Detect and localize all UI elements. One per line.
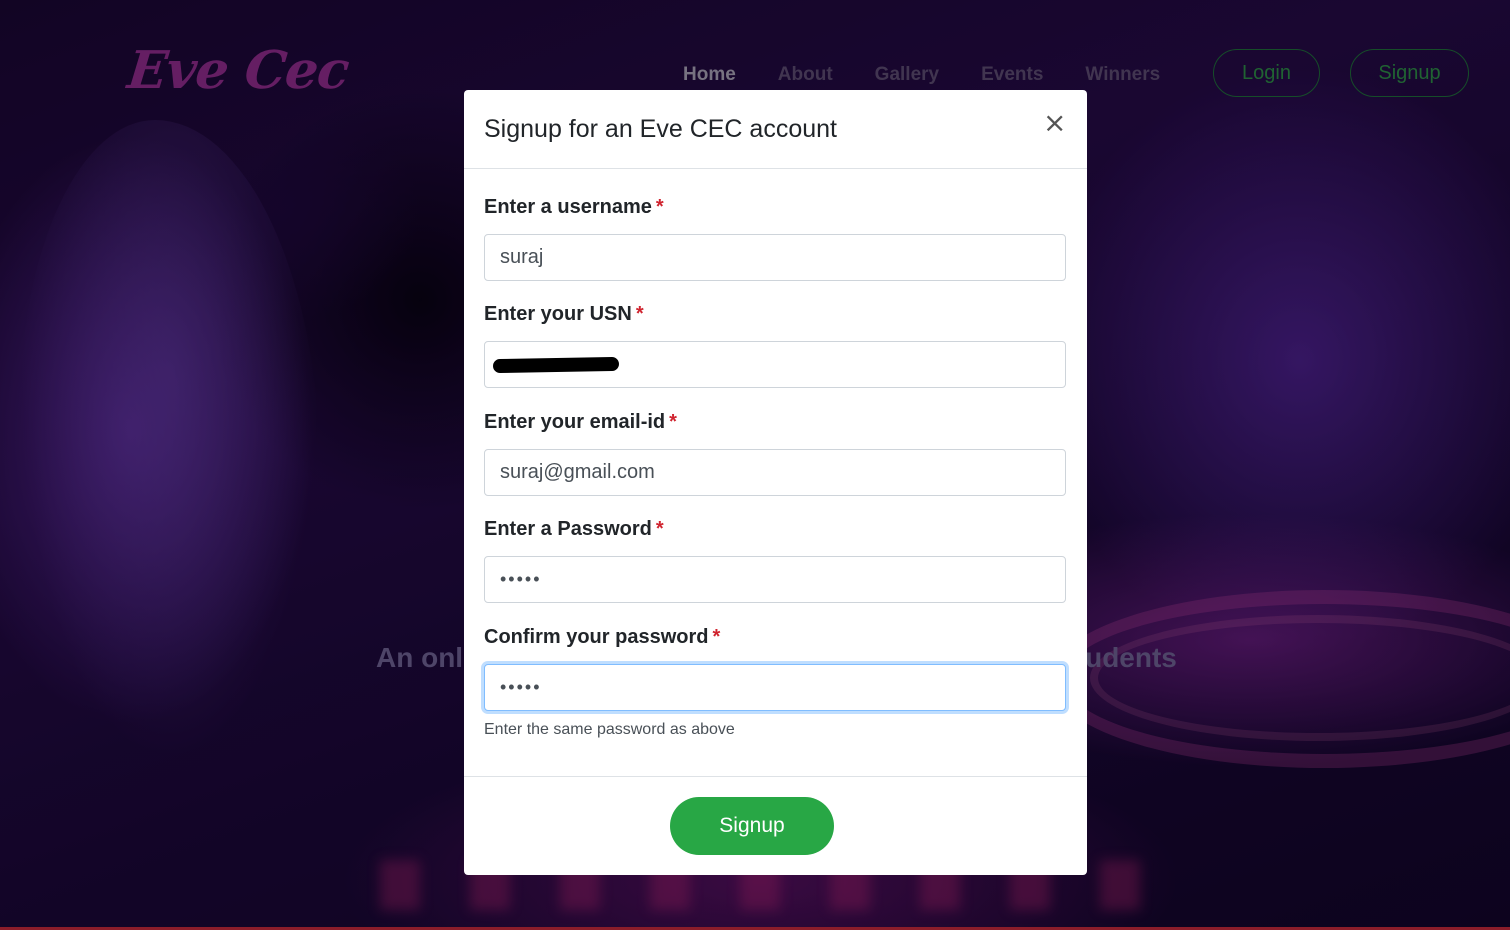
usn-field-group: Enter your USN *	[484, 303, 1066, 388]
email-label: Enter your email-id *	[484, 411, 1066, 435]
usn-label-text: Enter your USN	[484, 303, 632, 325]
required-marker: *	[655, 518, 664, 540]
confirm-password-value: •••••	[500, 677, 542, 697]
signup-submit-button[interactable]: Signup	[670, 797, 834, 855]
password-value: •••••	[500, 569, 542, 589]
required-marker: *	[669, 411, 677, 433]
password-label: Enter a Password *	[484, 518, 1066, 542]
confirm-password-field-group: Confirm your password * ••••• Enter the s…	[484, 626, 1066, 739]
username-value: suraj	[500, 246, 544, 268]
required-marker: *	[712, 626, 721, 648]
redacted-value	[492, 356, 620, 373]
username-label-text: Enter a username	[484, 196, 652, 218]
required-marker: *	[635, 303, 644, 325]
modal-footer: Signup	[464, 776, 1087, 876]
confirm-password-label-text: Confirm your password	[484, 626, 709, 648]
usn-label: Enter your USN *	[484, 303, 1066, 327]
confirm-password-label: Confirm your password *	[484, 626, 1066, 650]
email-value: suraj@gmail.com	[500, 461, 655, 483]
username-field-group: Enter a username * suraj	[484, 196, 1066, 281]
username-label: Enter a username *	[484, 196, 1066, 220]
confirm-password-help: Enter the same password as above	[484, 721, 735, 738]
modal-title: Signup for an Eve CEC account	[484, 115, 837, 143]
usn-input[interactable]	[484, 341, 1066, 388]
email-label-text: Enter your email-id	[484, 411, 666, 433]
required-marker: *	[655, 196, 664, 218]
email-input[interactable]: suraj@gmail.com	[484, 449, 1066, 496]
password-label-text: Enter a Password	[484, 518, 652, 540]
signup-modal: Signup for an Eve CEC account × Enter a …	[464, 90, 1087, 875]
close-icon[interactable]: ×	[1043, 109, 1066, 137]
username-input[interactable]: suraj	[484, 234, 1066, 281]
page-background: Eve Cec Home About Gallery Events Winner…	[0, 0, 1510, 930]
confirm-password-input[interactable]: •••••	[484, 664, 1066, 711]
password-input[interactable]: •••••	[484, 556, 1066, 603]
email-field-group: Enter your email-id * suraj@gmail.com	[484, 411, 1066, 496]
password-field-group: Enter a Password * •••••	[484, 518, 1066, 603]
modal-header: Signup for an Eve CEC account ×	[464, 90, 1087, 169]
